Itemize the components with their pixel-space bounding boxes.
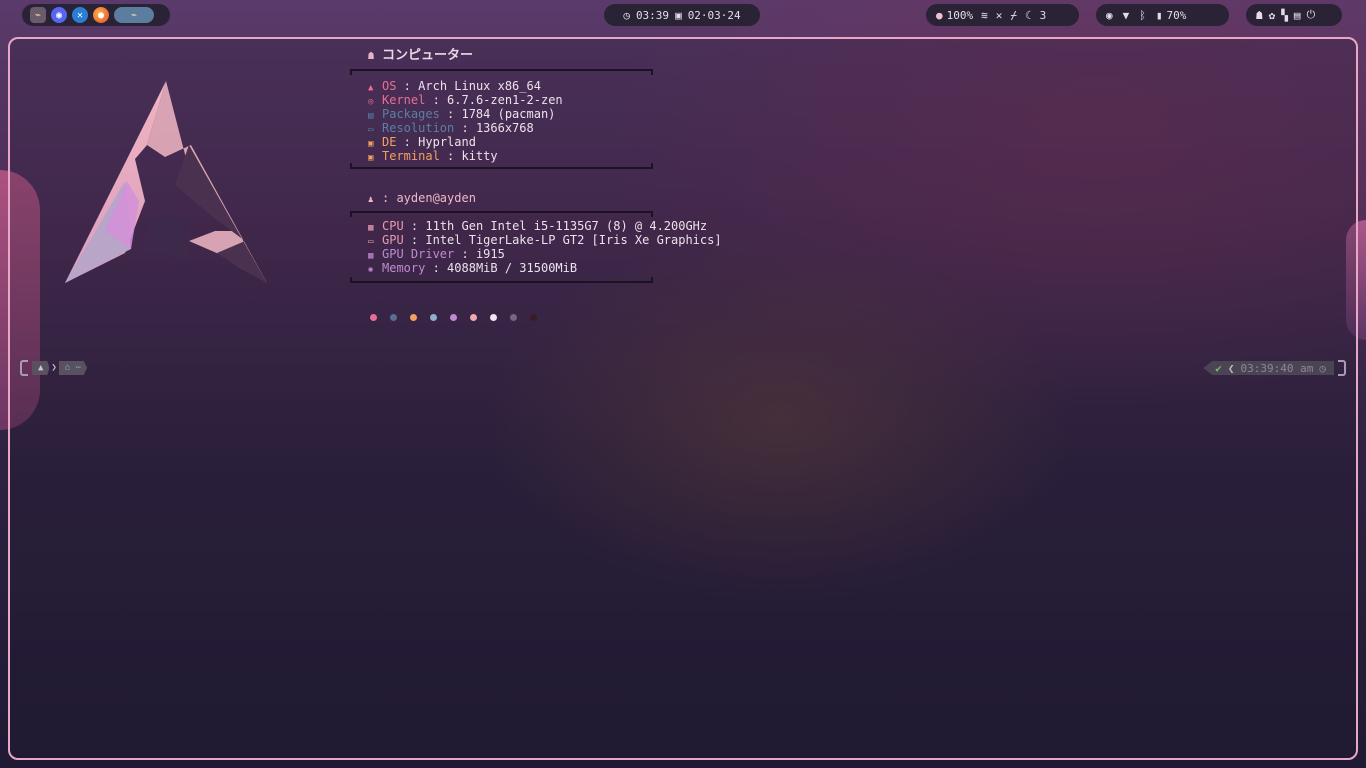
clipboard-icon[interactable]: ▤ — [1294, 9, 1301, 22]
tray-widget: ◉ ▼ ᛒ ▮ 70% — [1096, 4, 1229, 26]
moon-icon[interactable]: ☾ — [1025, 9, 1032, 22]
palette-swatch — [390, 314, 397, 321]
taskbar-apps: ⌁ ◉ ✕ ● ⌁ — [22, 4, 170, 26]
discord-tray-icon[interactable]: ◉ — [1106, 9, 1113, 22]
info-row-terminal: ▣ Terminal : kitty — [368, 149, 498, 163]
bluetooth-icon[interactable]: ᛒ — [1139, 9, 1146, 22]
power-icon[interactable]: ⏻ — [1307, 8, 1316, 22]
memory-icon: ✺ — [368, 265, 374, 275]
ghost-icon: ☗ — [368, 51, 375, 62]
clock-date: 02·03·24 — [687, 8, 741, 22]
prompt-path-segment: ⌂ ⋯ — [58, 361, 88, 375]
vscode-icon[interactable]: ✕ — [72, 7, 88, 23]
prompt-bracket-right — [1338, 360, 1346, 376]
palette-swatch — [530, 314, 537, 321]
wifi-icon[interactable]: ≋ — [981, 9, 988, 22]
palette-swatch — [410, 314, 417, 321]
brightness-value: 100% — [946, 8, 974, 22]
battery-value: 70% — [1166, 8, 1187, 22]
calendar-icon: ▣ — [675, 8, 682, 22]
palette-swatch — [510, 314, 517, 321]
prompt-os-segment: ▲ — [32, 361, 50, 375]
palette-swatch — [370, 314, 377, 321]
palette-swatch — [430, 314, 437, 321]
shell-prompt-left: ▲ ❯ ⌂ ⋯ — [20, 358, 88, 378]
ghost-icon[interactable]: ☗ — [1256, 9, 1263, 22]
prompt-status-segment: ✔ ❮ 03:39:40 am ◷ — [1203, 361, 1334, 375]
mic-muted-icon[interactable]: ⌿ — [1010, 9, 1017, 22]
volume-muted-icon[interactable]: ✕ — [996, 9, 1003, 22]
kitty-active-icon: ⌁ — [130, 9, 138, 21]
arch-prompt-icon: ▲ — [38, 363, 44, 373]
notification-count: 3 — [1039, 8, 1047, 22]
shell-prompt-right: ✔ ❮ 03:39:40 am ◷ — [1203, 358, 1346, 378]
home-path: ⌂ ⋯ — [64, 363, 82, 373]
firefox-icon[interactable]: ● — [93, 7, 109, 23]
prompt-chevron-icon: ❯ — [51, 363, 57, 373]
discord-icon[interactable]: ◉ — [51, 7, 67, 23]
active-workspace[interactable]: ⌁ — [114, 7, 154, 23]
battery-icon: ▮ — [1155, 8, 1163, 22]
user-row: ♟: ayden@ayden — [368, 191, 476, 205]
palette-swatch — [490, 314, 497, 321]
clock-icon: ◷ — [623, 8, 630, 22]
palette-swatch — [470, 314, 477, 321]
user-icon: ♟ — [368, 195, 374, 205]
prompt-chevron-left-icon: ❮ — [1227, 361, 1235, 375]
fetch-title: ☗ コンピューター — [368, 48, 474, 63]
layout-icon[interactable]: ▚ — [1281, 9, 1288, 22]
clock-prompt-icon: ◷ — [1319, 361, 1326, 375]
top-bar: ⌁ ◉ ✕ ● ⌁ ◷ 03:39 ▣ 02·03·24 ● 100% ≋ ✕ … — [0, 3, 1366, 27]
power-widget: ☗ ✿ ▚ ▤ ⏻ — [1246, 4, 1342, 26]
color-palette — [370, 314, 537, 321]
clock-widget[interactable]: ◷ 03:39 ▣ 02·03·24 — [604, 4, 760, 26]
palette-swatch — [450, 314, 457, 321]
palette-icon[interactable]: ✿ — [1269, 9, 1276, 22]
prompt-bracket-left — [20, 360, 28, 376]
success-check-icon: ✔ — [1215, 361, 1222, 375]
kitty-icon[interactable]: ⌁ — [30, 7, 46, 23]
info-row-memory: ✺ Memory : 4088MiB / 31500MiB — [368, 261, 578, 275]
status-widget: ● 100% ≋ ✕ ⌿ ☾ 3 — [926, 4, 1079, 26]
terminal-window[interactable]: ☗ コンピューター ▲ OS : Arch Linux x86_64 ◎ Kernel… — [8, 37, 1358, 760]
prompt-time: 03:39:40 am — [1240, 361, 1314, 375]
clock-time: 03:39 — [635, 8, 670, 22]
terminal-icon: ▣ — [368, 153, 374, 163]
brightness-icon[interactable]: ● — [936, 9, 943, 22]
wifi-tray-icon[interactable]: ▼ — [1123, 9, 1130, 22]
arch-logo — [65, 81, 267, 283]
